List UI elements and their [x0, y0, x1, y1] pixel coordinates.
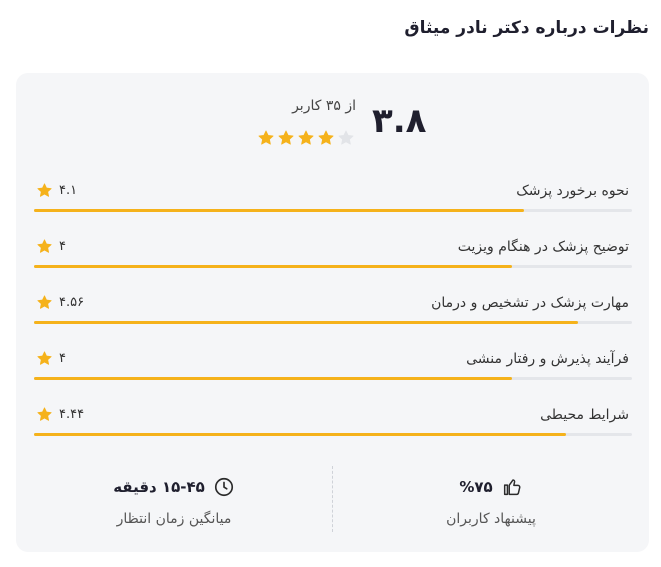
criterion-value: ۴.۱ [59, 183, 78, 198]
criterion-value: ۴.۵۶ [59, 295, 85, 310]
criterion-score: ۴.۱ [36, 182, 77, 199]
criterion-bar-fill [34, 209, 525, 212]
star-icon [36, 406, 53, 423]
star-icon [36, 182, 53, 199]
star-icon [36, 238, 53, 255]
criterion-value: ۴ [59, 351, 66, 366]
criterion-bar-fill [34, 377, 513, 380]
criterion-label: فرآیند پذیرش و رفتار منشی [466, 351, 629, 367]
ratings-card: ۳.۸ از ۳۵ کاربر نحوه برخورد پزشک ۴.۱ توض… [16, 73, 649, 552]
star-icon [317, 129, 335, 147]
overall-score: ۳.۸ [372, 101, 427, 141]
overall-stars [257, 129, 355, 147]
criterion-row: فرآیند پذیرش و رفتار منشی ۴ [34, 339, 632, 395]
recommend-label: پیشنهاد کاربران [446, 511, 536, 527]
criterion-row: توضیح پزشک در هنگام ویزیت ۴ [34, 227, 632, 283]
criterion-label: مهارت پزشک در تشخیص و درمان [431, 295, 629, 311]
wait-time-label: میانگین زمان انتظار [116, 511, 232, 527]
criterion-value: ۴ [59, 239, 66, 254]
thumbs-up-icon [501, 476, 523, 498]
criterion-bar [34, 321, 632, 324]
criterion-value: ۴.۴۴ [59, 407, 85, 422]
criterion-bar [34, 433, 632, 436]
criterion-bar-fill [34, 265, 513, 268]
wait-time-value: ۱۵-۴۵ دقیقه [113, 478, 205, 496]
star-icon [36, 350, 53, 367]
criterion-row: شرایط محیطی ۴.۴۴ [34, 395, 632, 451]
clock-icon [213, 476, 235, 498]
criterion-label: شرایط محیطی [540, 407, 629, 423]
criterion-row: نحوه برخورد پزشک ۴.۱ [34, 171, 632, 227]
star-icon [257, 129, 275, 147]
criterion-bar-fill [34, 433, 567, 436]
star-icon [36, 294, 53, 311]
criterion-bar [34, 209, 632, 212]
criterion-bar-fill [34, 321, 579, 324]
criteria-list: نحوه برخورد پزشک ۴.۱ توضیح پزشک در هنگام… [34, 171, 632, 451]
star-icon [337, 129, 355, 147]
recommend-stat: %۷۵ پیشنهاد کاربران [333, 466, 649, 536]
criterion-score: ۴ [36, 238, 66, 255]
recommend-value: %۷۵ [459, 478, 493, 496]
stats-row: ۱۵-۴۵ دقیقه میانگین زمان انتظار %۷۵ پیشن… [16, 466, 649, 538]
rating-count: از ۳۵ کاربر [292, 98, 356, 114]
wait-time-stat: ۱۵-۴۵ دقیقه میانگین زمان انتظار [16, 466, 332, 536]
criterion-label: نحوه برخورد پزشک [516, 183, 629, 199]
criterion-score: ۴.۵۶ [36, 294, 84, 311]
star-icon [297, 129, 315, 147]
criterion-score: ۴ [36, 350, 66, 367]
criterion-bar [34, 377, 632, 380]
criterion-score: ۴.۴۴ [36, 406, 84, 423]
rating-summary: ۳.۸ از ۳۵ کاربر [16, 73, 649, 153]
page-title: نظرات درباره دکتر نادر میثاق [404, 18, 649, 38]
criterion-bar [34, 265, 632, 268]
star-icon [277, 129, 295, 147]
criterion-label: توضیح پزشک در هنگام ویزیت [457, 239, 629, 255]
criterion-row: مهارت پزشک در تشخیص و درمان ۴.۵۶ [34, 283, 632, 339]
